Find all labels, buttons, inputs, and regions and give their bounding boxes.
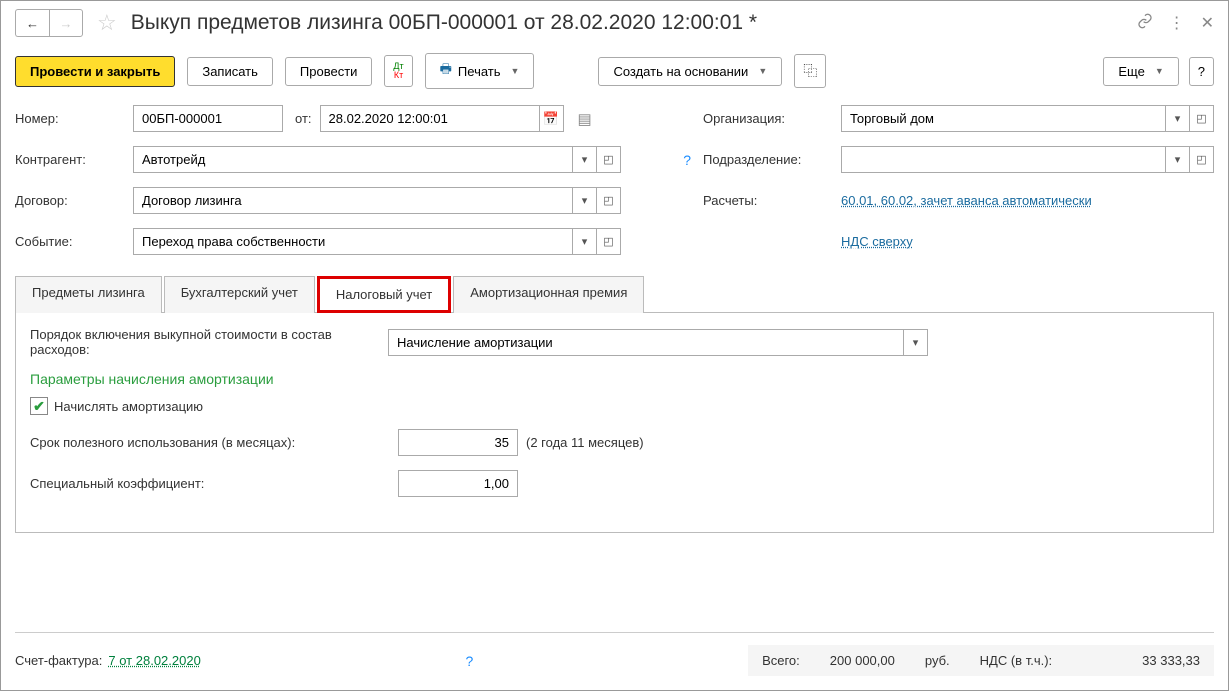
tab-leasing-items[interactable]: Предметы лизинга xyxy=(15,276,162,313)
vat-link[interactable]: НДС сверху xyxy=(841,234,913,249)
printer-icon: 🖶 xyxy=(440,60,452,82)
open-icon[interactable]: ◰ xyxy=(1190,105,1214,132)
nav-group: ← → xyxy=(15,9,83,37)
dtkt-button[interactable]: ДтКт xyxy=(384,55,412,87)
invoice-link[interactable]: 7 от 28.02.2020 xyxy=(108,653,200,668)
counterparty-label: Контрагент: xyxy=(15,152,125,167)
close-icon[interactable]: ✕ xyxy=(1201,13,1214,33)
calendar-icon[interactable]: 📅 xyxy=(540,105,564,132)
invoice-label: Счет-фактура: xyxy=(15,653,102,668)
link-icon[interactable] xyxy=(1137,13,1153,34)
total-value: 200 000,00 xyxy=(830,653,895,668)
event-input[interactable] xyxy=(133,228,573,255)
from-label: от: xyxy=(295,111,312,126)
help-button[interactable]: ? xyxy=(1189,57,1214,86)
form-icon[interactable]: ▤ xyxy=(578,110,592,128)
footer: Счет-фактура: 7 от 28.02.2020 ? Всего: 2… xyxy=(15,632,1214,676)
vat-value: 33 333,33 xyxy=(1142,653,1200,668)
contract-label: Договор: xyxy=(15,193,125,208)
kebab-icon[interactable]: ⋮ xyxy=(1169,13,1185,33)
currency: руб. xyxy=(925,653,950,668)
dtkt-icon: ДтКт xyxy=(393,62,403,80)
chevron-down-icon[interactable]: ▾ xyxy=(1166,105,1190,132)
org-input[interactable] xyxy=(841,105,1166,132)
structure-button[interactable]: ⿻ xyxy=(794,54,826,88)
chevron-down-icon[interactable]: ▾ xyxy=(573,187,597,214)
more-button[interactable]: Еще ▼ xyxy=(1103,57,1178,86)
open-icon[interactable]: ◰ xyxy=(1190,146,1214,173)
proc-input[interactable] xyxy=(388,329,904,356)
date-input[interactable] xyxy=(320,105,540,132)
form: Номер: от: 📅 ▤ Организация: ▾ ◰ xyxy=(1,99,1228,275)
open-icon[interactable]: ◰ xyxy=(597,146,621,173)
life-input[interactable] xyxy=(398,429,518,456)
vat-label: НДС (в т.ч.): xyxy=(980,653,1053,668)
tab-accounting[interactable]: Бухгалтерский учет xyxy=(164,276,315,313)
proc-label: Порядок включения выкупной стоимости в с… xyxy=(30,327,380,357)
help-icon[interactable]: ? xyxy=(462,653,478,669)
amort-checkbox[interactable]: ✔ xyxy=(30,397,48,415)
help-icon[interactable]: ? xyxy=(679,152,695,168)
org-label: Организация: xyxy=(703,111,833,126)
back-button[interactable]: ← xyxy=(15,9,49,37)
total-label: Всего: xyxy=(762,653,800,668)
tab-content: Порядок включения выкупной стоимости в с… xyxy=(15,313,1214,533)
life-hint: (2 года 11 месяцев) xyxy=(526,435,644,450)
open-icon[interactable]: ◰ xyxy=(597,228,621,255)
dept-label: Подразделение: xyxy=(703,152,833,167)
chevron-down-icon[interactable]: ▾ xyxy=(1166,146,1190,173)
footer-totals: Всего: 200 000,00 руб. НДС (в т.ч.): 33 … xyxy=(748,645,1214,676)
number-label: Номер: xyxy=(15,111,125,126)
tree-icon: ⿻ xyxy=(803,61,817,81)
titlebar: ← → ☆ Выкуп предметов лизинга 00БП-00000… xyxy=(1,1,1228,45)
section-title: Параметры начисления амортизации xyxy=(30,371,1199,387)
tab-tax[interactable]: Налоговый учет xyxy=(317,276,451,313)
chevron-down-icon: ▼ xyxy=(1155,66,1164,76)
dept-input[interactable] xyxy=(841,146,1166,173)
post-close-button[interactable]: Провести и закрыть xyxy=(15,56,175,87)
amort-label: Начислять амортизацию xyxy=(54,399,203,414)
print-button[interactable]: 🖶 Печать ▼ xyxy=(425,53,535,89)
counterparty-input[interactable] xyxy=(133,146,573,173)
chevron-down-icon: ▼ xyxy=(511,66,520,76)
open-icon[interactable]: ◰ xyxy=(597,187,621,214)
create-based-button[interactable]: Создать на основании ▼ xyxy=(598,57,782,86)
window: ← → ☆ Выкуп предметов лизинга 00БП-00000… xyxy=(0,0,1229,691)
chevron-down-icon[interactable]: ▾ xyxy=(904,329,928,356)
event-label: Событие: xyxy=(15,234,125,249)
calc-label: Расчеты: xyxy=(703,193,833,208)
toolbar: Провести и закрыть Записать Провести ДтК… xyxy=(1,45,1228,99)
tab-premium[interactable]: Амортизационная премия xyxy=(453,276,644,313)
forward-button[interactable]: → xyxy=(49,9,83,37)
number-input[interactable] xyxy=(133,105,283,132)
page-title: Выкуп предметов лизинга 00БП-000001 от 2… xyxy=(131,11,757,35)
contract-input[interactable] xyxy=(133,187,573,214)
coef-input[interactable] xyxy=(398,470,518,497)
post-button[interactable]: Провести xyxy=(285,57,373,86)
title-actions: ⋮ ✕ xyxy=(1137,13,1214,34)
favorite-icon[interactable]: ☆ xyxy=(97,10,117,36)
life-label: Срок полезного использования (в месяцах)… xyxy=(30,435,390,450)
chevron-down-icon: ▼ xyxy=(758,66,767,76)
write-button[interactable]: Записать xyxy=(187,57,273,86)
coef-label: Специальный коэффициент: xyxy=(30,476,390,491)
chevron-down-icon[interactable]: ▾ xyxy=(573,228,597,255)
chevron-down-icon[interactable]: ▾ xyxy=(573,146,597,173)
tabs: Предметы лизинга Бухгалтерский учет Нало… xyxy=(15,275,1214,313)
calc-link[interactable]: 60.01, 60.02, зачет аванса автоматически xyxy=(841,193,1092,208)
